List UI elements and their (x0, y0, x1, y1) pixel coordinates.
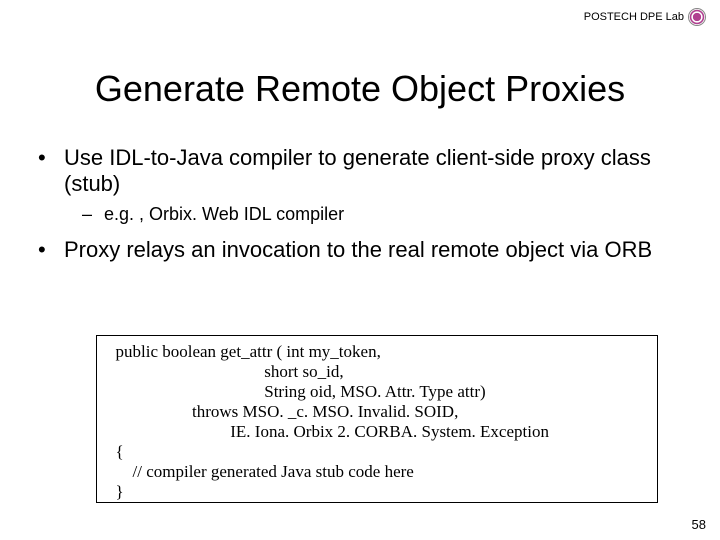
slide-title: Generate Remote Object Proxies (0, 68, 720, 110)
lab-name: POSTECH DPE Lab (584, 11, 684, 23)
code-line: } (107, 482, 647, 502)
bullet-item: • Use IDL-to-Java compiler to generate c… (38, 145, 682, 197)
sub-bullet-text: e.g. , Orbix. Web IDL compiler (104, 203, 344, 225)
page-number: 58 (692, 517, 706, 532)
code-line: // compiler generated Java stub code her… (107, 462, 647, 482)
code-line: { (107, 442, 647, 462)
bullet-marker-icon: • (38, 145, 64, 197)
sub-bullet-item: – e.g. , Orbix. Web IDL compiler (82, 203, 682, 225)
slide-header: POSTECH DPE Lab (584, 8, 706, 26)
code-line: String oid, MSO. Attr. Type attr) (107, 382, 647, 402)
dash-marker-icon: – (82, 203, 104, 225)
code-line: throws MSO. _c. MSO. Invalid. SOID, (107, 402, 647, 422)
code-block: public boolean get_attr ( int my_token, … (96, 335, 658, 503)
code-line: IE. Iona. Orbix 2. CORBA. System. Except… (107, 422, 647, 442)
bullet-text: Proxy relays an invocation to the real r… (64, 237, 652, 263)
code-line: short so_id, (107, 362, 647, 382)
code-line: public boolean get_attr ( int my_token, (107, 342, 647, 362)
slide-content: • Use IDL-to-Java compiler to generate c… (38, 145, 682, 265)
lab-logo-icon (688, 8, 706, 26)
bullet-marker-icon: • (38, 237, 64, 263)
bullet-item: • Proxy relays an invocation to the real… (38, 237, 682, 263)
bullet-text: Use IDL-to-Java compiler to generate cli… (64, 145, 682, 197)
